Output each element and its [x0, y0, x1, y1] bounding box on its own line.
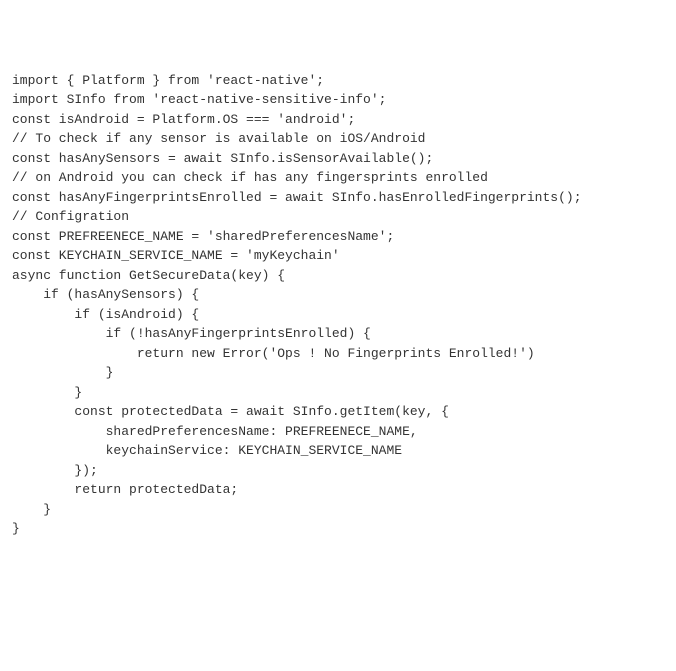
code-line: if (hasAnySensors) { — [12, 285, 664, 305]
code-line: async function GetSecureData(key) { — [12, 266, 664, 286]
code-line: } — [12, 363, 664, 383]
code-line: }); — [12, 461, 664, 481]
code-line: const hasAnySensors = await SInfo.isSens… — [12, 149, 664, 169]
code-line: // on Android you can check if has any f… — [12, 168, 664, 188]
code-line: // Configration — [12, 207, 664, 227]
code-line: keychainService: KEYCHAIN_SERVICE_NAME — [12, 441, 664, 461]
code-line: import SInfo from 'react-native-sensitiv… — [12, 90, 664, 110]
code-line: // To check if any sensor is available o… — [12, 129, 664, 149]
code-line: const isAndroid = Platform.OS === 'andro… — [12, 110, 664, 130]
code-line: } — [12, 500, 664, 520]
code-line: } — [12, 519, 664, 539]
code-line: return new Error('Ops ! No Fingerprints … — [12, 344, 664, 364]
code-line: } — [12, 383, 664, 403]
code-line: return protectedData; — [12, 480, 664, 500]
code-line: sharedPreferencesName: PREFREENECE_NAME, — [12, 422, 664, 442]
code-block: import { Platform } from 'react-native';… — [12, 71, 664, 539]
code-line: const hasAnyFingerprintsEnrolled = await… — [12, 188, 664, 208]
code-line: if (!hasAnyFingerprintsEnrolled) { — [12, 324, 664, 344]
code-line: const protectedData = await SInfo.getIte… — [12, 402, 664, 422]
code-line: import { Platform } from 'react-native'; — [12, 71, 664, 91]
code-line: const KEYCHAIN_SERVICE_NAME = 'myKeychai… — [12, 246, 664, 266]
code-line: const PREFREENECE_NAME = 'sharedPreferen… — [12, 227, 664, 247]
code-line: if (isAndroid) { — [12, 305, 664, 325]
